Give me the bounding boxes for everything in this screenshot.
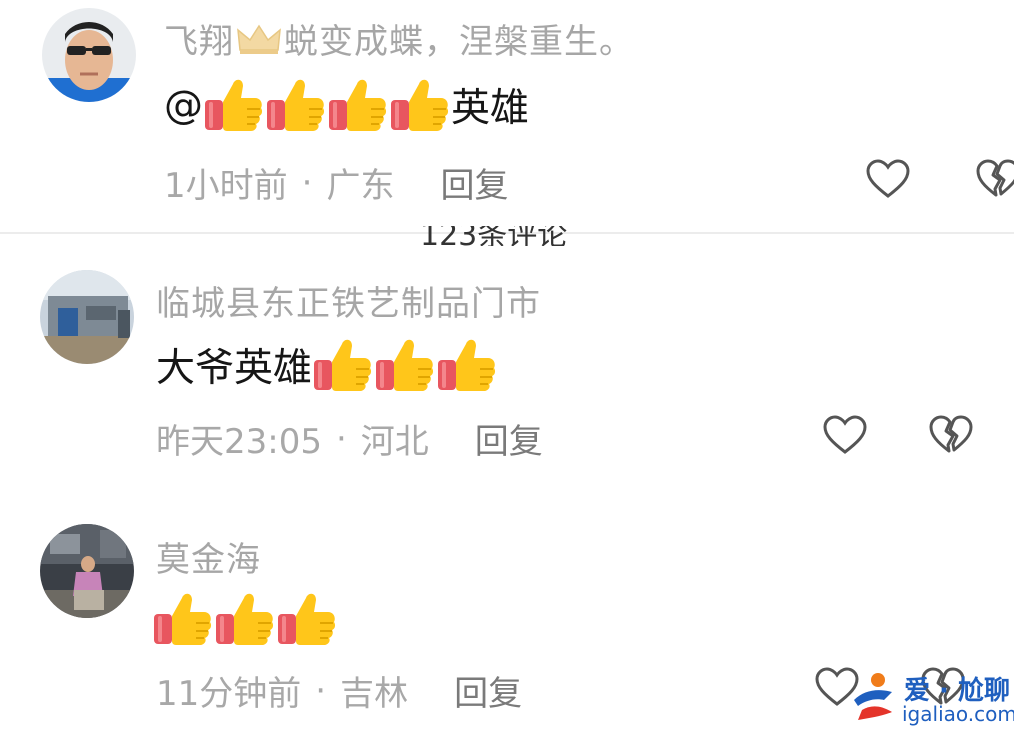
watermark: 爱 · 尬聊 igaliao.com xyxy=(848,668,1014,730)
thumbs-up-icon xyxy=(327,76,389,134)
watermark-url: igaliao.com xyxy=(902,702,1014,726)
username[interactable]: 飞翔 蜕变成蝶，涅槃重生。 xyxy=(164,14,634,63)
thumbs-up-icon xyxy=(436,336,498,394)
crown-icon xyxy=(236,22,282,56)
comment-text xyxy=(152,590,338,648)
thumbs-up-icon xyxy=(312,336,374,394)
thumbs-up-emoji-group xyxy=(203,76,451,134)
location: 吉林 xyxy=(340,674,409,714)
username[interactable]: 莫金海 xyxy=(156,532,261,581)
avatar[interactable] xyxy=(40,270,134,364)
username-prefix: 飞翔 xyxy=(164,22,234,62)
location: 广东 xyxy=(326,166,395,206)
comment-text: 大爷英雄 xyxy=(156,336,498,394)
separator: · xyxy=(315,670,327,711)
like-heart-icon[interactable] xyxy=(822,414,868,456)
username-suffix: 蜕变成蝶，涅槃重生。 xyxy=(284,22,634,62)
location: 河北 xyxy=(360,422,429,462)
avatar[interactable] xyxy=(42,8,136,102)
separator: · xyxy=(301,162,313,203)
thumbs-up-icon xyxy=(374,336,436,394)
comment-meta: 1小时前 · 广东 回复 xyxy=(164,158,508,207)
timestamp: 1小时前 xyxy=(164,166,288,206)
watermark-logo-icon xyxy=(854,673,892,720)
reply-button[interactable]: 回复 xyxy=(440,158,508,207)
reply-button[interactable]: 回复 xyxy=(454,666,522,715)
dislike-broken-heart-icon[interactable] xyxy=(928,414,974,456)
thumbs-up-icon xyxy=(214,590,276,648)
comment-item: 临城县东正铁艺制品门市 大爷英雄 昨天23:05 · 河北 回复 xyxy=(0,234,1014,494)
comment-item: 飞翔 蜕变成蝶，涅槃重生。 @ 英雄 1小时前 · 广东 回复 xyxy=(0,0,1014,232)
comment-meta: 11分钟前 · 吉林 回复 xyxy=(156,666,522,715)
username[interactable]: 临城县东正铁艺制品门市 xyxy=(156,276,541,325)
comment-text-prefix: 大爷英雄 xyxy=(156,346,313,391)
separator: · xyxy=(335,418,347,459)
thumbs-up-emoji-group xyxy=(312,336,498,394)
thumbs-up-icon xyxy=(152,590,214,648)
thumbs-up-icon xyxy=(203,76,265,134)
like-heart-icon[interactable] xyxy=(865,158,911,200)
comment-text-suffix: 英雄 xyxy=(451,86,530,131)
mention-symbol: @ xyxy=(164,82,203,128)
comment-meta: 昨天23:05 · 河北 回复 xyxy=(156,414,543,463)
reply-button[interactable]: 回复 xyxy=(475,414,543,463)
thumbs-up-icon xyxy=(389,76,451,134)
thumbs-up-emoji-group xyxy=(152,590,338,648)
comment-text: @ 英雄 xyxy=(164,76,529,134)
thumbs-up-icon xyxy=(276,590,338,648)
dislike-broken-heart-icon[interactable] xyxy=(975,158,1014,200)
thumbs-up-icon xyxy=(265,76,327,134)
avatar[interactable] xyxy=(40,524,134,618)
timestamp: 11分钟前 xyxy=(156,674,302,714)
timestamp: 昨天23:05 xyxy=(156,422,322,462)
